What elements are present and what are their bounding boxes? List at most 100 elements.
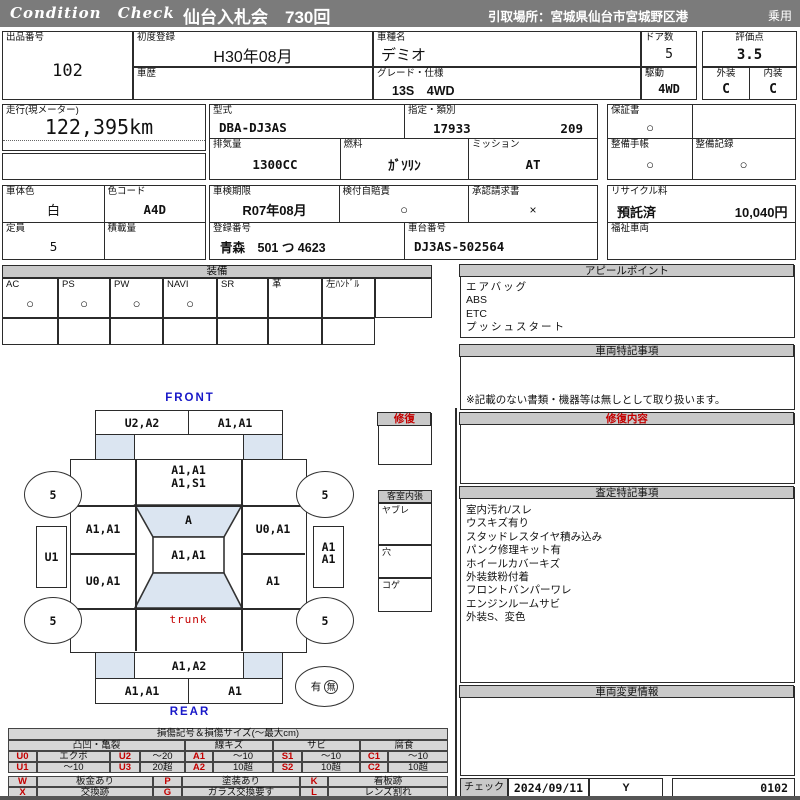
hood-code-2: A1,S1 <box>171 476 206 490</box>
model-name-cell: 車種名 デミオ <box>373 31 641 67</box>
appeal-line: ABS <box>466 294 488 307</box>
repair-content-title: 修復内容 <box>459 412 795 426</box>
recycle-fee-label: リサイクル料 <box>611 186 668 197</box>
legend-group-scratch: 線キズ <box>185 740 273 751</box>
exterior-grade-value: C <box>722 81 730 97</box>
body-grid-line <box>71 608 305 610</box>
displacement-cell: 排気量 1300CC <box>209 138 341 180</box>
maintenance-book-cell: 整備手帳 ○ <box>607 138 693 180</box>
mission-value: AT <box>525 157 541 172</box>
cabin-row-tear: ヤブレ <box>378 503 432 545</box>
legend-code: U0 <box>8 751 37 762</box>
score-value: 3.5 <box>736 46 763 63</box>
left-taillight <box>95 652 135 679</box>
equipment-table: 装備 AC ○ PS ○ PW ○ NAVI ○ SR 革 左ﾊﾝﾄﾞﾙ <box>2 265 432 345</box>
equipment-col-ps: PS ○ <box>58 278 110 318</box>
pickup-location: 引取場所：宮城県仙台市宮城野区港 <box>488 10 689 24</box>
legend-desc: 10超 <box>388 762 448 773</box>
tire-rear-right: 5 <box>296 597 354 644</box>
appeal-line: エアバッグ <box>466 281 529 293</box>
equipment-value: ○ <box>80 296 88 311</box>
repair-mini-box: 修復 <box>377 412 432 465</box>
assessment-line: パンク修理キット有 <box>466 544 562 557</box>
legend-desc: 10超 <box>302 762 360 773</box>
right-side-panel: A1 A1 <box>313 526 344 588</box>
assessment-line: 外装S、変色 <box>466 611 526 624</box>
repair-mini-title: 修復 <box>377 412 432 427</box>
appeal-line: プッシュスタート <box>466 321 566 334</box>
vehicle-notes-disclaimer: ※記載のない書類・機器等は無しとして取り扱います。 <box>466 393 726 406</box>
color-code-cell: 色コード A4D <box>103 185 206 223</box>
rear-bumper-right-panel: A1 <box>187 677 283 704</box>
assessment-line: スタッドレスタイヤ積み込み <box>466 530 603 543</box>
diagram-front-label: FRONT <box>165 391 215 404</box>
exterior-grade-cell: 外装 C <box>702 67 750 100</box>
tire-depth-value: 5 <box>49 613 57 628</box>
vehicle-notes-box: 車両特記事項 ※記載のない書類・機器等は無しとして取り扱います。 <box>459 344 795 410</box>
capacity-cell: 定員 5 <box>2 221 105 260</box>
equipment-col-navi: NAVI ○ <box>163 278 217 318</box>
interior-grade-cell: 内装 C <box>749 67 797 100</box>
class-cell: 指定・類別 17933 209 <box>404 104 598 140</box>
displacement-value: 1300CC <box>252 157 298 172</box>
equipment-empty-row <box>163 318 217 345</box>
equipment-value: ○ <box>186 296 194 311</box>
insurance-value: ○ <box>400 202 408 217</box>
type-value: DBA-DJ3AS <box>219 120 287 135</box>
legend-code: A2 <box>185 762 213 773</box>
equipment-col-ac: AC ○ <box>2 278 58 318</box>
cabin-row-label: コゲ <box>382 580 401 590</box>
equipment-empty-row <box>217 318 268 345</box>
equipment-col-pw: PW ○ <box>110 278 163 318</box>
assessment-line: フロントバンパーワレ <box>466 584 572 597</box>
rear-bumper-left-panel: A1,A1 <box>95 677 189 704</box>
registration-number-value: 青森 501 つ 4623 <box>220 240 326 255</box>
front-bumper-left-code: U2,A2 <box>124 415 160 430</box>
legend-code: U3 <box>110 762 140 773</box>
tire-front-left: 5 <box>24 471 82 518</box>
mileage-cell: 走行(現メーター) 122,395km <box>2 104 206 151</box>
insurance-cell: 検付自賠責 ○ <box>338 185 470 223</box>
equipment-col-extra <box>375 278 432 318</box>
damage-legend: 損傷記号＆損傷サイズ(～最大cm) 凸凹・亀裂 線キズ サビ 腐食 U0 エクボ… <box>8 728 448 798</box>
body-color-value: 白 <box>46 203 60 218</box>
appeal-line: ETC <box>466 307 487 320</box>
interior-grade-value: C <box>769 81 777 97</box>
legend-code: S2 <box>273 762 302 773</box>
history-cell: 車歴 <box>133 67 373 100</box>
legend-desc: ～10 <box>213 751 273 762</box>
roof-code: A1,A1 <box>171 548 206 562</box>
legend-desc: 板金あり <box>37 776 153 787</box>
recycle-status-value: 預託済 <box>617 205 657 220</box>
legend-desc: ～20 <box>140 751 185 762</box>
legend-group-rust: サビ <box>273 740 360 751</box>
tire-depth-value: 5 <box>321 613 329 628</box>
equipment-empty-row <box>58 318 110 345</box>
fuel-cell: 燃料 ｶﾞｿﾘﾝ <box>339 138 470 180</box>
model-name-value: デミオ <box>381 47 427 64</box>
legend-code: K <box>300 776 328 787</box>
equipment-col-leather: 革 <box>268 278 322 318</box>
recycle-fee-cell: リサイクル料 預託済 10,040円 <box>607 185 796 223</box>
right-taillight <box>243 652 283 679</box>
legend-code: U2 <box>110 751 140 762</box>
inspection-cell: 車検期限 R07年08月 <box>209 185 340 223</box>
diagram-rear-label: REAR <box>169 705 211 718</box>
class-value-2: 209 <box>560 121 583 136</box>
auction-title: 仙台入札会 730回 <box>183 8 331 27</box>
score-cell: 評価点 3.5 <box>702 31 797 67</box>
equipment-empty-row <box>110 318 163 345</box>
load-cell: 積載量 <box>103 221 206 260</box>
mileage-value: 122,395km <box>44 115 154 139</box>
assessment-line: ウスキズ有り <box>466 517 529 530</box>
fuel-value: ｶﾞｿﾘﾝ <box>388 158 421 173</box>
tire-front-right: 5 <box>296 471 354 518</box>
legend-code: P <box>153 776 182 787</box>
mileage-extra-cell <box>2 153 206 180</box>
lot-number-cell: 出品番号 102 <box>2 31 133 100</box>
assessment-line: ホイールカバーキズ <box>466 557 561 570</box>
trunk-label: trunk <box>169 612 208 626</box>
equipment-value: ○ <box>132 296 141 311</box>
warranty-cell: 保証書 ○ <box>607 104 693 140</box>
first-registration-cell: 初度登録 H30年08月 <box>133 31 373 67</box>
